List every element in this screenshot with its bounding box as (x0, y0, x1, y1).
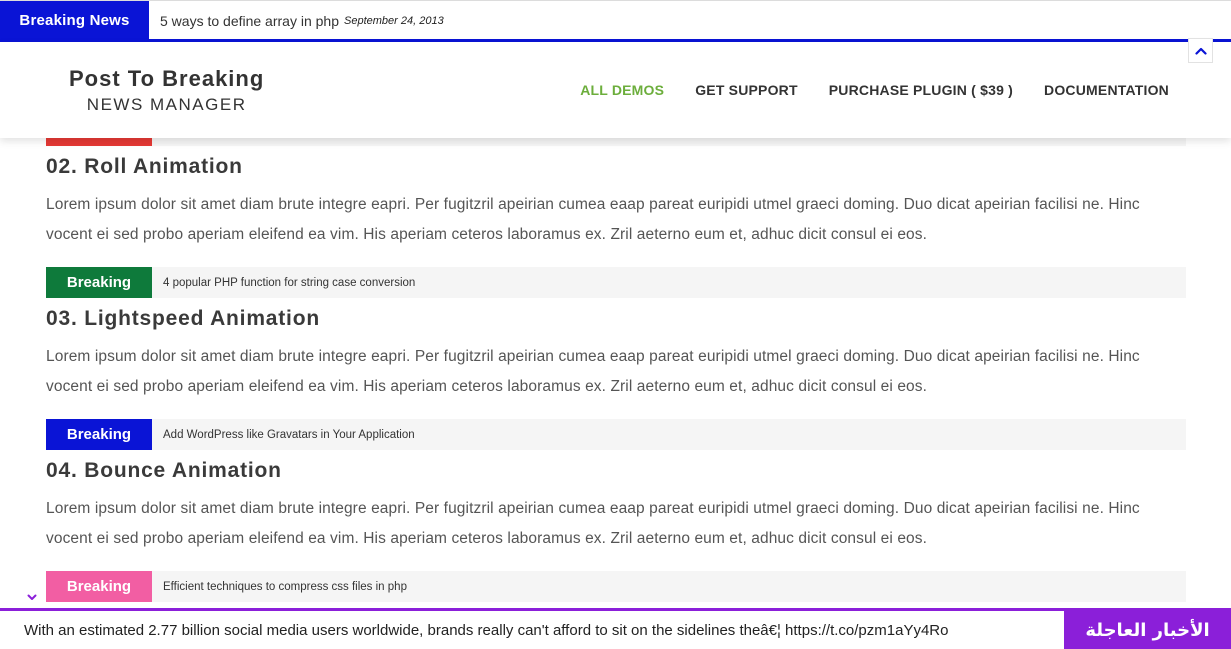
breaking-headline[interactable]: Add WordPress like Gravatars in Your App… (163, 419, 415, 450)
bottom-breaking-ticker: With an estimated 2.77 billion social me… (0, 608, 1231, 649)
chevron-down-icon (27, 594, 37, 600)
collapse-toggle-button[interactable] (22, 588, 42, 606)
top-ticker-headline[interactable]: 5 ways to define array in php (160, 13, 339, 29)
section-title: 02. Roll Animation (46, 155, 243, 178)
breaking-news-bar: Breaking 4 popular PHP function for stri… (46, 267, 1186, 298)
breaking-news-bar: Breaking Add WordPress like Gravatars in… (46, 419, 1186, 450)
site-header: Post To Breaking NEWS MANAGER ALL DEMOS … (0, 42, 1231, 138)
breaking-label: Breaking (46, 419, 152, 450)
scroll-top-button[interactable] (1188, 38, 1213, 63)
logo-line2: NEWS MANAGER (86, 95, 247, 114)
nav-documentation[interactable]: DOCUMENTATION (1044, 82, 1169, 98)
top-ticker-item[interactable]: 5 ways to define array in php September … (160, 1, 444, 40)
logo-line1: Post To Breaking (69, 66, 265, 91)
section-body: Lorem ipsum dolor sit amet diam brute in… (46, 196, 1140, 243)
bottom-ticker-label: الأخبار العاجلة (1064, 611, 1231, 649)
chevron-up-icon (1194, 47, 1207, 55)
main-nav: ALL DEMOS GET SUPPORT PURCHASE PLUGIN ( … (580, 42, 1169, 138)
section-title: 03. Lightspeed Animation (46, 307, 320, 330)
section-lightspeed-animation: 03. Lightspeed Animation Lorem ipsum dol… (46, 304, 1186, 402)
news-bar-partial (46, 138, 1186, 146)
top-ticker-date: September 24, 2013 (344, 14, 444, 27)
bottom-ticker-text[interactable]: With an estimated 2.77 billion social me… (24, 611, 1062, 649)
nav-purchase-plugin[interactable]: PURCHASE PLUGIN ( $39 ) (829, 82, 1013, 98)
top-breaking-ticker: Breaking News 5 ways to define array in … (0, 0, 1231, 42)
breaking-headline[interactable]: Efficient techniques to compress css fil… (163, 571, 407, 602)
nav-get-support[interactable]: GET SUPPORT (695, 82, 798, 98)
top-ticker-label: Breaking News (0, 1, 149, 40)
section-title: 04. Bounce Animation (46, 459, 282, 482)
section-roll-animation: 02. Roll Animation Lorem ipsum dolor sit… (46, 152, 1186, 250)
section-body: Lorem ipsum dolor sit amet diam brute in… (46, 348, 1140, 395)
site-logo[interactable]: Post To Breaking NEWS MANAGER (69, 66, 264, 115)
section-body: Lorem ipsum dolor sit amet diam brute in… (46, 500, 1140, 547)
breaking-label: Breaking (46, 571, 152, 602)
breaking-news-bar: Breaking Efficient techniques to compres… (46, 571, 1186, 602)
news-bar-partial-label (46, 138, 152, 146)
nav-all-demos[interactable]: ALL DEMOS (580, 82, 664, 98)
section-bounce-animation: 04. Bounce Animation Lorem ipsum dolor s… (46, 456, 1186, 554)
breaking-label: Breaking (46, 267, 152, 298)
breaking-headline[interactable]: 4 popular PHP function for string case c… (163, 267, 415, 298)
